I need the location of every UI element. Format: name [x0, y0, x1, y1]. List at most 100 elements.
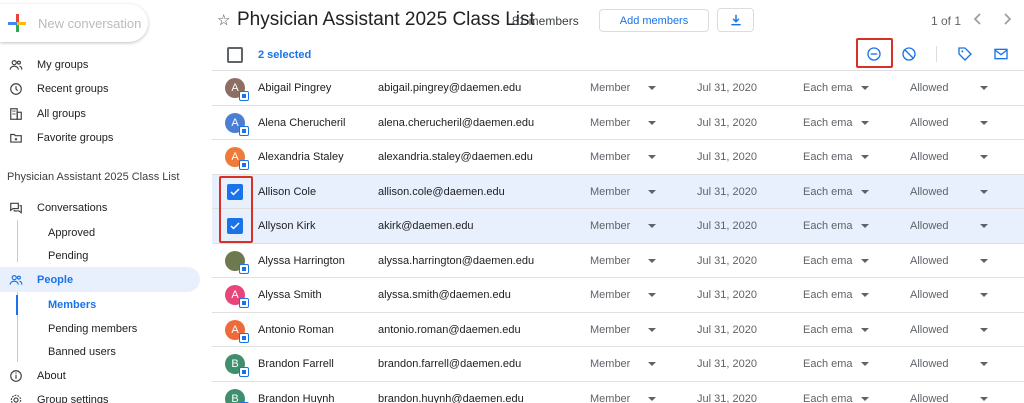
chevron-down-icon[interactable] [980, 86, 988, 90]
new-conversation-button[interactable]: New conversation [0, 4, 148, 42]
sidebar-item-group-settings[interactable]: Group settings [0, 388, 200, 403]
table-row[interactable]: Alyssa Harrington alyssa.harrington@daeme… [212, 242, 1024, 278]
chevron-down-icon[interactable] [861, 396, 869, 401]
workspace-badge-icon [239, 160, 249, 170]
chevron-down-icon[interactable] [980, 155, 988, 159]
member-role-select[interactable]: Member [590, 289, 630, 301]
subscription-select[interactable]: Each email [803, 117, 853, 129]
posting-permission-select[interactable]: Allowed [910, 289, 949, 301]
chevron-down-icon[interactable] [980, 258, 988, 263]
chevron-down-icon[interactable] [648, 189, 656, 194]
chevron-down-icon[interactable] [648, 120, 656, 125]
chevron-down-icon[interactable] [980, 293, 988, 297]
member-role-select[interactable]: Member [590, 393, 630, 403]
member-role-select[interactable]: Member [590, 220, 630, 232]
chevron-down-icon[interactable] [861, 86, 869, 90]
add-members-button[interactable]: Add members [599, 9, 709, 32]
subscription-select[interactable]: Each email [803, 324, 853, 336]
member-role-select[interactable]: Member [590, 117, 630, 129]
favorite-star-icon[interactable]: ☆ [217, 11, 230, 29]
select-all-checkbox[interactable] [227, 47, 243, 63]
chevron-down-icon[interactable] [648, 293, 656, 297]
email-member-button[interactable] [991, 44, 1011, 64]
sidebar-item-banned-users[interactable]: Banned users [48, 341, 116, 363]
posting-permission-select[interactable]: Allowed [910, 117, 949, 129]
sidebar-item-about[interactable]: About [0, 364, 200, 388]
chevron-down-icon[interactable] [648, 86, 656, 90]
posting-permission-select[interactable]: Allowed [910, 255, 949, 267]
next-page-button[interactable] [1000, 10, 1014, 28]
member-role-select[interactable]: Member [590, 151, 630, 163]
remove-member-button[interactable] [864, 44, 884, 64]
ban-member-button[interactable] [899, 44, 919, 64]
sidebar-item-pending-members[interactable]: Pending members [48, 318, 137, 340]
chevron-down-icon[interactable] [980, 362, 988, 366]
subscription-select[interactable]: Each email [803, 82, 853, 94]
posting-permission-select[interactable]: Allowed [910, 82, 949, 94]
member-email: alena.cherucheril@daemen.edu [378, 116, 535, 129]
table-row[interactable]: Allison Cole allison.cole@daemen.edu Membe… [212, 173, 1024, 208]
posting-permission-select[interactable]: Allowed [910, 393, 949, 403]
subscription-select[interactable]: Each email [803, 358, 853, 370]
table-row[interactable]: A Abigail Pingrey abigail.pingrey@daemen.e… [212, 70, 1024, 105]
chevron-down-icon[interactable] [861, 189, 869, 194]
chevron-down-icon[interactable] [861, 362, 869, 366]
chevron-down-icon[interactable] [648, 155, 656, 159]
sidebar-item-approved[interactable]: Approved [48, 222, 95, 244]
member-role-select[interactable]: Member [590, 324, 630, 336]
table-row[interactable]: B Brandon Farrell brandon.farrell@daemen.e… [212, 346, 1024, 381]
chevron-down-icon[interactable] [861, 224, 869, 228]
avatar[interactable]: B [225, 388, 245, 403]
chevron-down-icon[interactable] [648, 224, 656, 228]
member-role-select[interactable]: Member [590, 82, 630, 94]
posting-permission-select[interactable]: Allowed [910, 151, 949, 163]
table-row[interactable]: A Alyssa Smith alyssa.smith@daemen.edu Memb… [212, 277, 1024, 312]
chevron-down-icon[interactable] [980, 396, 988, 401]
chevron-down-icon[interactable] [861, 293, 869, 297]
sidebar-item-pending[interactable]: Pending [48, 245, 88, 267]
member-role-select[interactable]: Member [590, 358, 630, 370]
posting-permission-select[interactable]: Allowed [910, 358, 949, 370]
posting-permission-select[interactable]: Allowed [910, 324, 949, 336]
chevron-down-icon[interactable] [648, 396, 656, 401]
posting-permission-select[interactable]: Allowed [910, 186, 949, 198]
subscription-select[interactable]: Each email [803, 151, 853, 163]
sidebar-item-conversations[interactable]: Conversations [0, 196, 200, 220]
new-conversation-label: New conversation [38, 15, 142, 31]
sidebar-item-all-groups[interactable]: All groups [0, 102, 200, 126]
subscription-select[interactable]: Each email [803, 393, 853, 403]
member-role-select[interactable]: Member [590, 255, 630, 267]
chevron-down-icon[interactable] [648, 362, 656, 366]
table-row[interactable]: A Alena Cherucheril alena.cherucheril@daem… [212, 104, 1024, 140]
table-row[interactable]: Allyson Kirk akirk@daemen.edu Member Jul 31… [212, 208, 1024, 243]
member-role-select[interactable]: Member [590, 186, 630, 198]
selected-count: 2 selected [258, 49, 312, 61]
previous-page-button[interactable] [971, 10, 985, 28]
download-button[interactable] [717, 8, 754, 32]
subscription-select[interactable]: Each email [803, 289, 853, 301]
chevron-down-icon[interactable] [980, 327, 988, 332]
chevron-down-icon[interactable] [648, 258, 656, 263]
sidebar-item-recent-groups[interactable]: Recent groups [0, 77, 200, 101]
table-row[interactable]: A Antonio Roman antonio.roman@daemen.edu Me… [212, 311, 1024, 347]
sidebar-item-people[interactable]: People [0, 268, 200, 292]
member-email: abigail.pingrey@daemen.edu [378, 82, 522, 94]
subscription-select[interactable]: Each email [803, 186, 853, 198]
chevron-down-icon[interactable] [861, 120, 869, 125]
sidebar-item-favorite-groups[interactable]: Favorite groups [0, 126, 200, 150]
sidebar-item-members[interactable]: Members [48, 294, 96, 316]
chevron-down-icon[interactable] [861, 155, 869, 159]
table-row[interactable]: B Brandon Huynh brandon.huynh@daemen.edu Me… [212, 380, 1024, 403]
chevron-down-icon[interactable] [980, 120, 988, 125]
chevron-down-icon[interactable] [980, 224, 988, 228]
table-row[interactable]: A Alexandria Staley alexandria.staley@daem… [212, 139, 1024, 174]
chevron-down-icon[interactable] [980, 189, 988, 194]
posting-permission-select[interactable]: Allowed [910, 220, 949, 232]
subscription-select[interactable]: Each email [803, 255, 853, 267]
label-button[interactable] [955, 44, 975, 64]
chevron-down-icon[interactable] [861, 258, 869, 263]
chevron-down-icon[interactable] [648, 327, 656, 332]
subscription-select[interactable]: Each email [803, 220, 853, 232]
chevron-down-icon[interactable] [861, 327, 869, 332]
sidebar-item-my-groups[interactable]: My groups [0, 53, 200, 77]
